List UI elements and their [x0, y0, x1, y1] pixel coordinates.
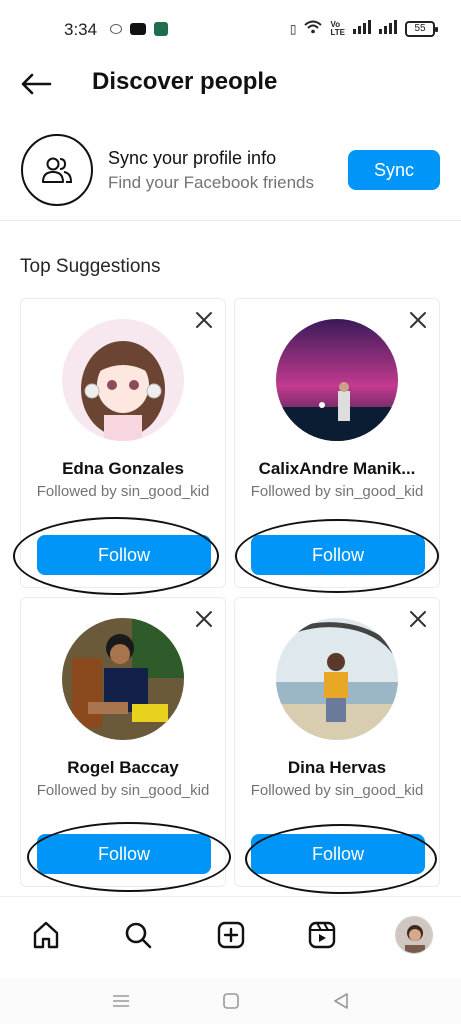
home-system-button[interactable] [218, 988, 244, 1014]
page-title: Discover people [92, 68, 278, 95]
triangle-back-icon [334, 993, 348, 1009]
nav-profile[interactable] [394, 915, 434, 955]
recents-button[interactable] [108, 988, 134, 1014]
divider [0, 220, 461, 221]
dismiss-button[interactable] [193, 309, 215, 331]
bottom-nav [0, 896, 461, 978]
close-icon [196, 611, 212, 627]
nav-reels[interactable] [302, 915, 342, 955]
menu-icon [113, 995, 129, 1007]
dismiss-button[interactable] [407, 608, 429, 630]
nav-search[interactable] [118, 915, 158, 955]
chat-icon [110, 24, 122, 34]
follow-button[interactable]: Follow [37, 535, 211, 575]
user-name[interactable]: CalixAndre Manik... [245, 459, 429, 479]
dismiss-button[interactable] [193, 608, 215, 630]
header: Discover people [0, 60, 461, 108]
suggestion-card: CalixAndre Manik... Followed by sin_good… [234, 298, 440, 593]
notification-icons [110, 22, 168, 36]
people-icon [42, 157, 73, 183]
nav-home[interactable] [26, 915, 66, 955]
suggestion-card: Rogel Baccay Followed by sin_good_kid Fo… [20, 597, 231, 892]
close-icon [410, 312, 426, 328]
user-name[interactable]: Dina Hervas [245, 758, 429, 778]
follow-button[interactable]: Follow [251, 834, 425, 874]
home-icon [33, 921, 59, 949]
sync-title: Sync your profile info [108, 148, 277, 168]
avatar[interactable] [62, 618, 184, 740]
back-arrow-icon [21, 73, 52, 95]
user-name[interactable]: Edna Gonzales [31, 459, 215, 479]
search-icon [125, 922, 152, 949]
status-time: 3:34 [64, 20, 98, 39]
youtube-icon [130, 23, 146, 35]
signal-icon [353, 20, 371, 37]
close-icon [410, 611, 426, 627]
section-title: Top Suggestions [20, 256, 161, 277]
avatar[interactable] [276, 618, 398, 740]
square-icon [223, 993, 239, 1009]
profile-avatar [395, 916, 433, 954]
dismiss-button[interactable] [407, 309, 429, 331]
followed-by-text: Followed by sin_good_kid [36, 782, 210, 799]
followed-by-text: Followed by sin_good_kid [250, 782, 424, 799]
avatar[interactable] [276, 319, 398, 441]
sync-profile-row: Sync your profile info Find your Faceboo… [0, 132, 461, 208]
followed-by-text: Followed by sin_good_kid [36, 483, 210, 500]
battery-icon: 55 [405, 20, 438, 37]
back-system-button[interactable] [328, 988, 354, 1014]
people-icon-circle [21, 134, 93, 206]
system-nav-bar [0, 978, 461, 1024]
sync-button[interactable]: Sync [348, 150, 440, 190]
suggestion-card: Edna Gonzales Followed by sin_good_kid F… [13, 298, 226, 595]
follow-button[interactable]: Follow [251, 535, 425, 575]
create-icon [217, 921, 245, 949]
suggestion-card: Dina Hervas Followed by sin_good_kid Fol… [234, 597, 440, 894]
signal-icon-2 [379, 20, 397, 37]
status-bar: 3:34 ▯ Vo LTE 55 [0, 0, 461, 62]
reels-icon [308, 921, 336, 949]
vibrate-icon: ▯ [289, 21, 297, 36]
back-button[interactable] [18, 66, 54, 102]
avatar[interactable] [62, 319, 184, 441]
followed-by-text: Followed by sin_good_kid [250, 483, 424, 500]
system-status-icons: ▯ Vo LTE 55 [289, 19, 438, 37]
user-name[interactable]: Rogel Baccay [31, 758, 215, 778]
app-icon [154, 22, 168, 36]
sync-subtitle: Find your Facebook friends [108, 173, 314, 192]
close-icon [196, 312, 212, 328]
wifi-icon [304, 20, 323, 37]
nav-create[interactable] [211, 915, 251, 955]
volte-icon: Vo LTE [330, 19, 345, 37]
follow-button[interactable]: Follow [37, 834, 211, 874]
